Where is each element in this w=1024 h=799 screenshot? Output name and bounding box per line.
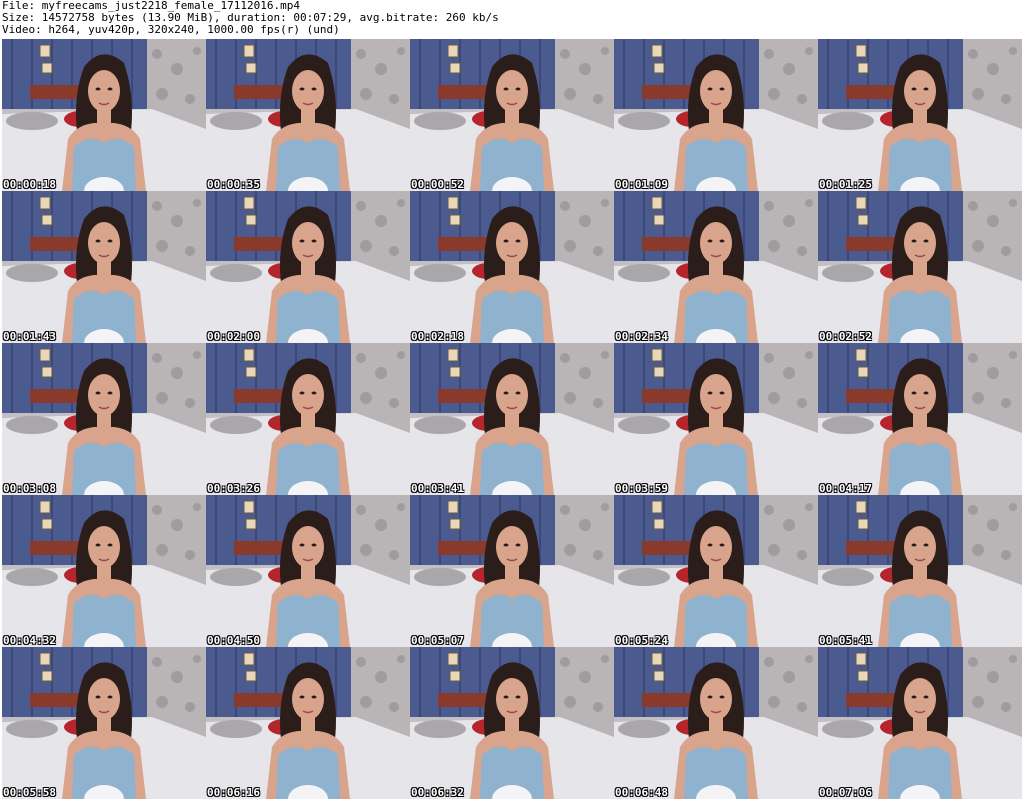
- thumbnail-timestamp: 00:02:52: [819, 330, 872, 343]
- thumbnail-scene-image: [614, 39, 818, 191]
- video-thumbnail: 00:04:17: [818, 343, 1022, 495]
- video-thumbnail: 00:00:35: [206, 39, 410, 191]
- thumbnail-timestamp: 00:00:35: [207, 178, 260, 191]
- video-thumbnail: 00:03:59: [614, 343, 818, 495]
- thumbnail-scene-image: [818, 647, 1022, 799]
- thumbnail-timestamp: 00:04:32: [3, 634, 56, 647]
- video-thumbnail: 00:06:48: [614, 647, 818, 799]
- thumbnail-timestamp: 00:03:26: [207, 482, 260, 495]
- thumbnail-grid: 00:00:18 00:00:35 00:00:52 00:01:09 00:0…: [2, 39, 1022, 799]
- thumbnail-timestamp: 00:02:00: [207, 330, 260, 343]
- thumbnail-scene-image: [410, 343, 614, 495]
- video-thumbnail: 00:00:52: [410, 39, 614, 191]
- video-thumbnail: 00:02:00: [206, 191, 410, 343]
- thumbnail-scene-image: [410, 39, 614, 191]
- video-thumbnail: 00:03:26: [206, 343, 410, 495]
- video-thumbnail: 00:03:41: [410, 343, 614, 495]
- thumbnail-scene-image: [206, 647, 410, 799]
- thumbnail-timestamp: 00:06:16: [207, 786, 260, 799]
- thumbnail-scene-image: [410, 647, 614, 799]
- thumbnail-timestamp: 00:05:07: [411, 634, 464, 647]
- thumbnail-scene-image: [614, 647, 818, 799]
- video-info-line: Video: h264, yuv420p, 320x240, 1000.00 f…: [2, 23, 340, 36]
- video-thumbnail: 00:05:41: [818, 495, 1022, 647]
- video-thumbnail: 00:02:34: [614, 191, 818, 343]
- file-info-header: File: myfreecams_just2218_female_1711201…: [2, 0, 1022, 38]
- thumbnail-timestamp: 00:05:41: [819, 634, 872, 647]
- thumbnail-timestamp: 00:07:06: [819, 786, 872, 799]
- video-thumbnail: 00:04:32: [2, 495, 206, 647]
- video-thumbnail: 00:01:25: [818, 39, 1022, 191]
- video-thumbnail: 00:04:50: [206, 495, 410, 647]
- video-thumbnail: 00:05:58: [2, 647, 206, 799]
- thumbnail-scene-image: [2, 39, 206, 191]
- thumbnail-timestamp: 00:00:18: [3, 178, 56, 191]
- thumbnail-timestamp: 00:03:41: [411, 482, 464, 495]
- thumbnail-timestamp: 00:06:32: [411, 786, 464, 799]
- video-thumbnail: 00:02:18: [410, 191, 614, 343]
- thumbnail-timestamp: 00:04:17: [819, 482, 872, 495]
- thumbnail-timestamp: 00:01:43: [3, 330, 56, 343]
- thumbnail-scene-image: [818, 191, 1022, 343]
- video-thumbnail: 00:03:08: [2, 343, 206, 495]
- thumbnail-scene-image: [2, 647, 206, 799]
- thumbnail-scene-image: [614, 191, 818, 343]
- thumbnail-scene-image: [206, 343, 410, 495]
- thumbnail-timestamp: 00:02:18: [411, 330, 464, 343]
- thumbnail-scene-image: [410, 191, 614, 343]
- thumbnail-scene-image: [818, 39, 1022, 191]
- thumbnail-scene-image: [818, 343, 1022, 495]
- thumbnail-timestamp: 00:04:50: [207, 634, 260, 647]
- video-thumbnail: 00:06:32: [410, 647, 614, 799]
- thumbnail-timestamp: 00:03:08: [3, 482, 56, 495]
- thumbnail-timestamp: 00:05:58: [3, 786, 56, 799]
- thumbnail-scene-image: [206, 39, 410, 191]
- video-thumbnail: 00:00:18: [2, 39, 206, 191]
- video-thumbnail: 00:02:52: [818, 191, 1022, 343]
- thumbnail-scene-image: [2, 191, 206, 343]
- thumbnail-scene-image: [614, 495, 818, 647]
- thumbnail-scene-image: [206, 495, 410, 647]
- thumbnail-timestamp: 00:01:25: [819, 178, 872, 191]
- thumbnail-timestamp: 00:05:24: [615, 634, 668, 647]
- video-thumbnail: 00:07:06: [818, 647, 1022, 799]
- thumbnail-timestamp: 00:02:34: [615, 330, 668, 343]
- thumbnail-timestamp: 00:01:09: [615, 178, 668, 191]
- thumbnail-timestamp: 00:00:52: [411, 178, 464, 191]
- video-thumbnail: 00:05:24: [614, 495, 818, 647]
- thumbnail-scene-image: [818, 495, 1022, 647]
- thumbnail-scene-image: [2, 495, 206, 647]
- video-thumbnail: 00:05:07: [410, 495, 614, 647]
- video-thumbnail: 00:06:16: [206, 647, 410, 799]
- thumbnail-scene-image: [410, 495, 614, 647]
- thumbnail-timestamp: 00:03:59: [615, 482, 668, 495]
- thumbnail-scene-image: [614, 343, 818, 495]
- thumbnail-scene-image: [206, 191, 410, 343]
- video-thumbnail: 00:01:43: [2, 191, 206, 343]
- thumbnail-scene-image: [2, 343, 206, 495]
- video-thumbnail: 00:01:09: [614, 39, 818, 191]
- thumbnail-timestamp: 00:06:48: [615, 786, 668, 799]
